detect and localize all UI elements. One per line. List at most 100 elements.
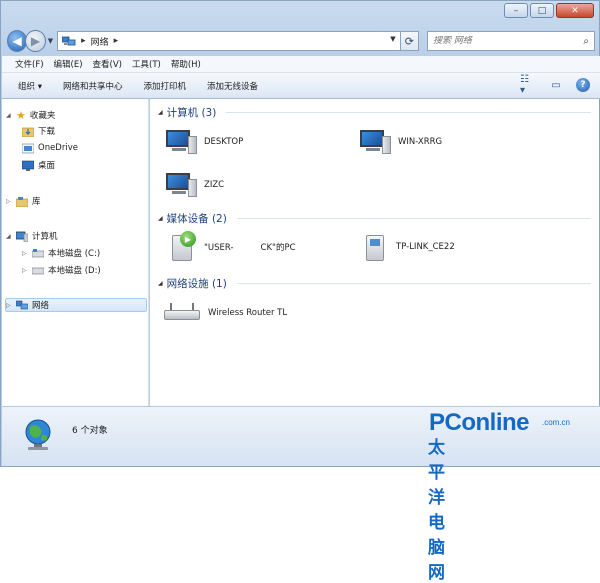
menu-tools[interactable]: 工具(T) <box>132 58 161 70</box>
close-button[interactable]: ✕ <box>556 3 594 18</box>
menu-edit[interactable]: 编辑(E) <box>54 58 83 70</box>
watermark-domain: .com.cn <box>542 418 571 427</box>
expand-arrow-icon[interactable]: ▷ <box>6 198 12 205</box>
address-bar[interactable]: ▸ 网络 ▸ ▼ <box>57 31 401 51</box>
network-item-wireless-router[interactable]: Wireless Router TL <box>164 303 287 323</box>
organize-button[interactable]: 组织 ▾ <box>18 80 42 92</box>
sidebar-item-label: 下载 <box>38 127 56 137</box>
hard-drive-icon <box>32 267 44 274</box>
item-count-text: 6 个对象 <box>72 426 108 436</box>
collapse-arrow-icon[interactable]: ◢ <box>158 215 163 222</box>
sidebar-item-network[interactable]: ▷ 网络 <box>5 298 147 312</box>
help-icon[interactable]: ? <box>576 78 590 92</box>
star-icon: ★ <box>16 108 26 122</box>
search-input[interactable] <box>433 36 584 46</box>
collapse-arrow-icon[interactable]: ◢ <box>158 280 163 287</box>
command-bar-right: ☷ ▾ ▭ ? <box>520 74 590 96</box>
breadcrumb-network[interactable]: 网络 <box>91 35 109 48</box>
sidebar-item-downloads[interactable]: 下载 <box>22 124 55 138</box>
menu-help[interactable]: 帮助(H) <box>171 58 201 70</box>
content-pane: ◢ 计算机 (3) DESKTOP WIN-XRRG ZIZC ◢ 媒体设备 (… <box>150 99 599 406</box>
group-divider <box>236 218 591 219</box>
preview-pane-icon[interactable]: ▭ <box>548 78 564 92</box>
command-bar: 组织 ▾ 网络和共享中心 添加打印机 添加无线设备 ☷ ▾ ▭ ? <box>2 73 600 99</box>
expand-arrow-icon[interactable]: ▷ <box>6 302 12 309</box>
sidebar-item-desktop[interactable]: 桌面 <box>22 158 55 172</box>
back-arrow-icon: ◀ <box>12 34 22 48</box>
search-icon[interactable]: ⌕ <box>583 36 589 47</box>
item-label: Wireless Router TL <box>208 308 288 318</box>
downloads-folder-icon <box>22 127 34 137</box>
group-header-media-devices[interactable]: ◢ 媒体设备 (2) <box>158 211 591 226</box>
sidebar-item-label: 计算机 <box>32 232 58 242</box>
group-title: 网络设施 (1) <box>166 278 227 290</box>
navigation-pane: ◢ ★ 收藏夹 下载 OneDrive 桌面 ▷ 库 ◢ 计算机 ▷ 本地磁盘 … <box>2 99 149 406</box>
forward-button[interactable]: ▶ <box>25 30 46 52</box>
group-header-network-infrastructure[interactable]: ◢ 网络设施 (1) <box>158 276 591 291</box>
computer-icon <box>164 170 198 200</box>
sidebar-item-computer[interactable]: ◢ 计算机 <box>6 229 58 243</box>
onedrive-icon <box>22 143 34 153</box>
router-icon <box>164 303 202 323</box>
menu-view[interactable]: 查看(V) <box>93 58 122 70</box>
collapse-arrow-icon[interactable]: ◢ <box>6 233 12 240</box>
item-label: WIN-XRRG <box>398 137 443 147</box>
group-divider <box>236 283 591 284</box>
sidebar-item-drive-d[interactable]: ▷ 本地磁盘 (D:) <box>22 263 101 277</box>
collapse-arrow-icon[interactable]: ◢ <box>6 112 12 119</box>
item-label: "USER- CK"的PC <box>204 243 296 253</box>
search-box[interactable]: ⌕ <box>427 31 595 51</box>
group-title: 媒体设备 (2) <box>166 213 227 225</box>
menu-file[interactable]: 文件(F) <box>15 58 44 70</box>
sidebar-item-label: 库 <box>32 197 41 207</box>
add-wireless-device-button[interactable]: 添加无线设备 <box>207 80 258 92</box>
sidebar-item-libraries[interactable]: ▷ 库 <box>6 194 41 208</box>
network-item-tp-link[interactable]: TP-LINK_CE22 <box>360 231 455 263</box>
network-icon <box>16 300 28 309</box>
sidebar-item-favorites[interactable]: ◢ ★ 收藏夹 <box>6 108 55 122</box>
address-dropdown-icon[interactable]: ▼ <box>390 35 395 43</box>
item-label: TP-LINK_CE22 <box>396 242 455 252</box>
network-item-desktop[interactable]: DESKTOP <box>164 127 243 157</box>
item-label: ZIZC <box>204 180 225 190</box>
sidebar-item-label: 网络 <box>32 301 50 311</box>
explorer-window: – □ ✕ ◀ ▶ ▼ ▸ 网络 ▸ ▼ ⟳ ⌕ 文件(F) 编辑(E) 查看(… <box>0 0 600 583</box>
collapse-arrow-icon[interactable]: ◢ <box>158 109 163 116</box>
sidebar-item-label: OneDrive <box>38 143 78 153</box>
sidebar-item-label: 本地磁盘 (C:) <box>48 249 101 259</box>
group-title: 计算机 (3) <box>166 107 217 119</box>
network-sharing-center-button[interactable]: 网络和共享中心 <box>63 80 123 92</box>
sidebar-item-onedrive[interactable]: OneDrive <box>22 141 78 155</box>
network-globe-icon <box>25 419 51 450</box>
network-icon <box>62 36 76 45</box>
forward-arrow-icon: ▶ <box>30 34 41 48</box>
sidebar-item-drive-c[interactable]: ▷ 本地磁盘 (C:) <box>22 246 100 260</box>
title-bar: – □ ✕ <box>1 1 599 27</box>
media-server-icon <box>360 231 390 263</box>
view-options-icon[interactable]: ☷ ▾ <box>520 74 536 96</box>
maximize-button[interactable]: □ <box>530 3 554 18</box>
group-header-computers[interactable]: ◢ 计算机 (3) <box>158 105 591 120</box>
refresh-button[interactable]: ⟳ <box>400 31 420 51</box>
expand-arrow-icon[interactable]: ▷ <box>22 267 28 274</box>
breadcrumb-arrow-icon[interactable]: ▸ <box>81 36 86 46</box>
add-printer-button[interactable]: 添加打印机 <box>143 80 186 92</box>
watermark-chinese: 太平洋电脑网 <box>428 438 446 583</box>
back-button[interactable]: ◀ <box>7 30 28 52</box>
item-label: DESKTOP <box>204 137 244 147</box>
computer-icon <box>16 231 28 242</box>
network-item-zizc[interactable]: ZIZC <box>164 170 224 200</box>
recent-pages-dropdown[interactable]: ▼ <box>48 37 53 45</box>
sidebar-item-label: 收藏夹 <box>29 111 56 121</box>
media-device-icon: ▶ <box>168 231 198 263</box>
expand-arrow-icon[interactable]: ▷ <box>22 250 28 257</box>
computer-icon <box>358 127 392 157</box>
sidebar-item-label: 桌面 <box>38 161 56 171</box>
minimize-button[interactable]: – <box>504 3 528 18</box>
menu-bar: 文件(F) 编辑(E) 查看(V) 工具(T) 帮助(H) <box>2 56 600 73</box>
network-item-win-xrrg[interactable]: WIN-XRRG <box>358 127 442 157</box>
breadcrumb-arrow-icon[interactable]: ▸ <box>114 36 119 46</box>
computer-icon <box>164 127 198 157</box>
network-item-user-pc[interactable]: ▶ "USER- CK"的PC <box>168 231 296 263</box>
hard-drive-icon <box>32 248 44 257</box>
